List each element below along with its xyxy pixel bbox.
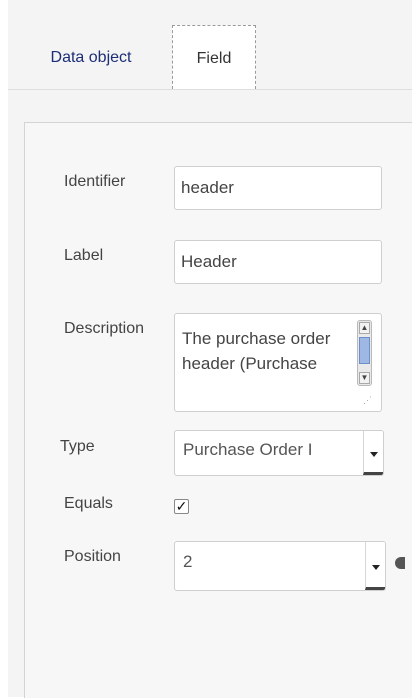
description-text: The purchase order header (Purchase bbox=[182, 329, 331, 373]
position-label: Position bbox=[64, 548, 121, 565]
scroll-up-icon[interactable]: ▲ bbox=[359, 322, 370, 334]
info-icon[interactable] bbox=[395, 557, 405, 569]
position-select[interactable]: 2 bbox=[174, 541, 386, 591]
description-scrollbar[interactable]: ▲ ▼ bbox=[357, 320, 372, 386]
scroll-down-icon[interactable]: ▼ bbox=[359, 372, 370, 384]
position-select-value: 2 bbox=[183, 552, 193, 571]
resize-handle-icon[interactable]: ⋰ bbox=[363, 395, 373, 405]
chevron-down-icon[interactable] bbox=[363, 431, 383, 475]
label-label: Label bbox=[64, 247, 104, 264]
chevron-down-icon[interactable] bbox=[365, 542, 385, 590]
label-input[interactable] bbox=[174, 240, 382, 284]
equals-label: Equals bbox=[64, 495, 113, 512]
equals-checkbox[interactable]: ✓ bbox=[174, 499, 189, 514]
tab-divider bbox=[8, 89, 412, 90]
type-select[interactable]: Purchase Order I bbox=[174, 430, 384, 476]
tab-data-object[interactable]: Data object bbox=[16, 18, 166, 88]
type-label: Type bbox=[60, 438, 95, 455]
type-select-value: Purchase Order I bbox=[183, 440, 313, 459]
identifier-input[interactable] bbox=[174, 166, 382, 210]
identifier-label: Identifier bbox=[64, 173, 126, 190]
tab-field[interactable]: Field bbox=[172, 25, 256, 89]
description-label: Description bbox=[64, 320, 145, 337]
description-textarea[interactable]: The purchase order header (Purchase ▲ ▼ … bbox=[174, 313, 382, 412]
scrollbar-thumb[interactable] bbox=[359, 337, 370, 364]
